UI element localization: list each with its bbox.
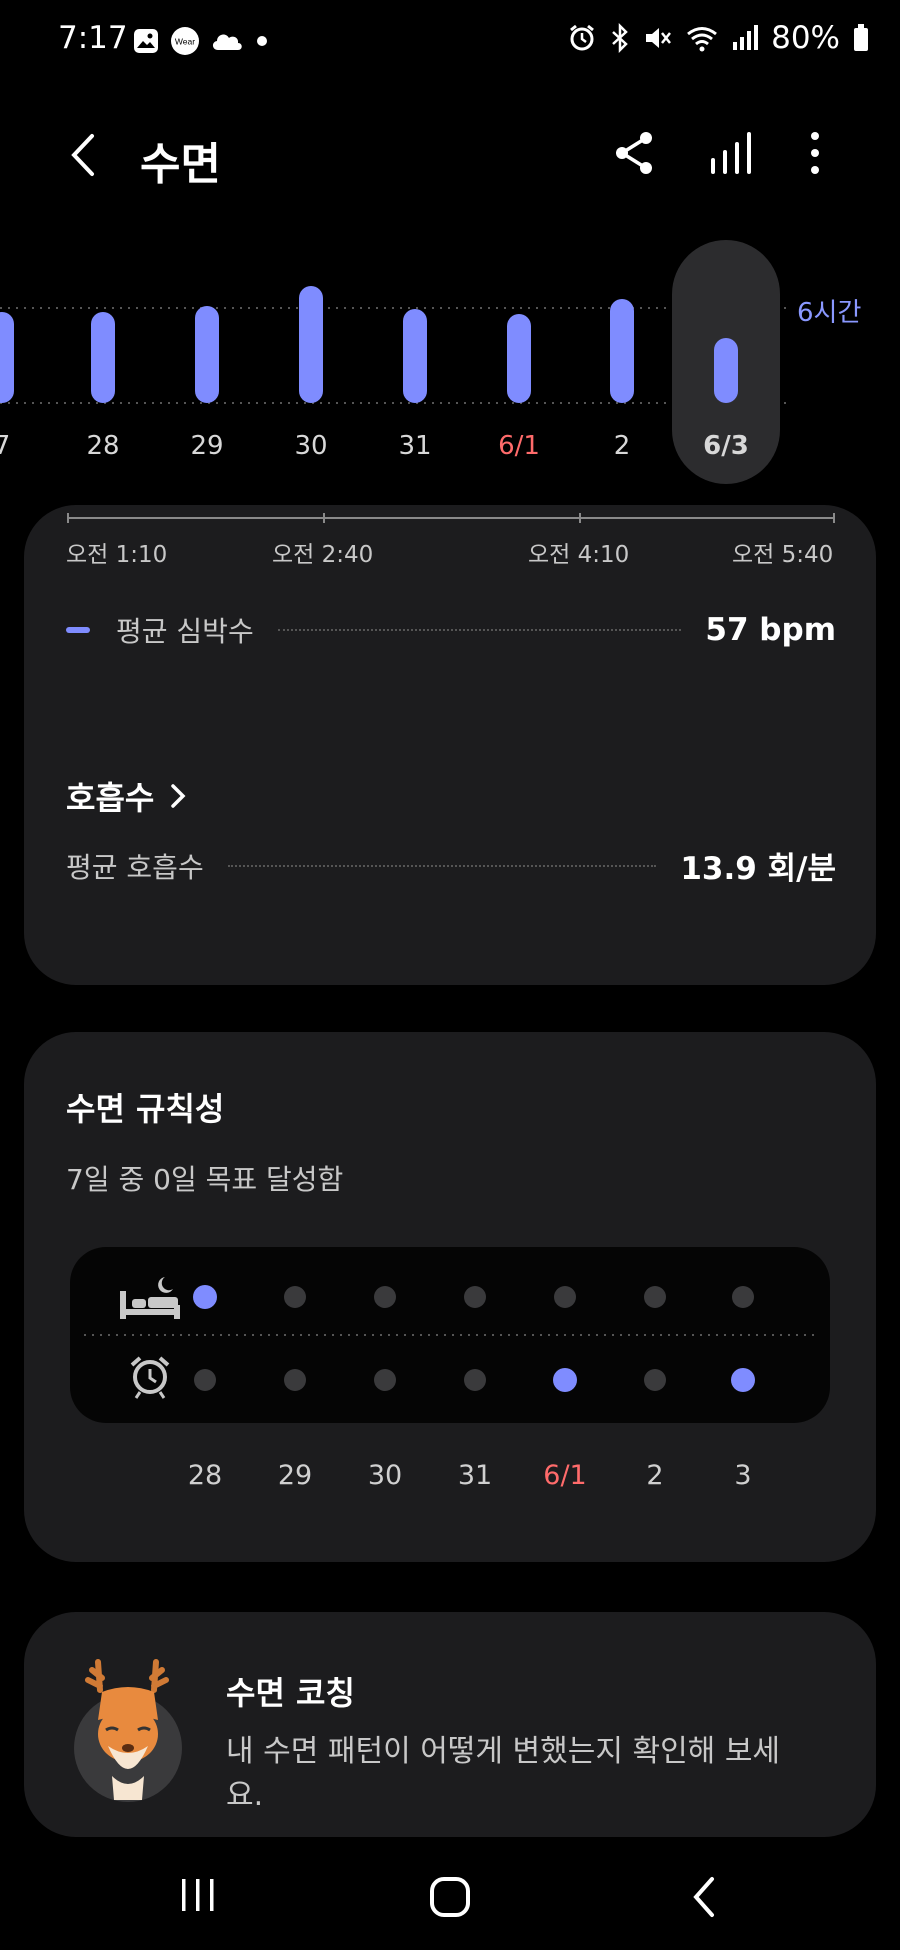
regularity-date-label: 29 [277,1460,313,1491]
respiration-title: 호흡수 [66,779,155,817]
regularity-date-label: 6/1 [543,1460,587,1491]
regularity-date-axis: 28 29 30 31 6/1 2 3 [24,1460,876,1500]
regularity-date-label: 2 [646,1460,664,1491]
regularity-date-label: 31 [457,1460,493,1491]
timeline-label: 오전 5:40 [732,542,834,568]
gallery-icon [134,29,158,53]
svg-text:Wear: Wear [175,37,195,47]
regularity-date-label: 30 [367,1460,403,1491]
bluetooth-icon [612,23,628,53]
dot-icon [257,36,267,46]
sleep-duration-bar[interactable] [507,314,531,403]
date-label: 30 [294,431,327,461]
nav-back-icon[interactable] [690,1875,720,1919]
bedtime-dot [193,1285,217,1309]
chevron-right-icon [171,784,186,808]
stats-icon[interactable] [705,128,755,178]
bedtime-dot [732,1286,754,1308]
avg-heart-rate-row: 평균 심박수 57 bpm [66,610,836,650]
sleep-duration-bar[interactable] [610,299,634,403]
battery-icon [854,24,868,51]
wake-time-dot [553,1368,577,1392]
bedtime-dot [464,1286,486,1308]
date-label: 6/3 [703,431,749,461]
wear-icon: Wear [171,27,199,55]
sleep-goal-label: 6시간 [797,298,862,328]
back-arrow-icon[interactable] [60,128,104,182]
recent-apps-icon[interactable] [178,1875,218,1915]
sleep-regularity-card[interactable]: 수면 규칙성 7일 중 0일 목표 달성함 28 29 30 31 6/1 2 3 [24,1032,876,1562]
status-left-icons: Wear [132,26,270,56]
more-options-icon[interactable] [800,128,830,178]
coaching-title: 수면 코칭 [226,1674,355,1712]
bedtime-dot [554,1286,576,1308]
share-icon[interactable] [610,128,660,178]
battery-percent: 80% [771,20,840,56]
alarm-icon [570,24,595,51]
sleep-duration-bar[interactable] [0,312,14,403]
wifi-icon [687,27,718,52]
regularity-subtitle: 7일 중 0일 목표 달성함 [66,1163,344,1196]
signal-icon [733,25,759,50]
sleep-duration-bar[interactable] [195,306,219,403]
timeline-label: 오전 2:40 [272,542,374,568]
regularity-date-label: 3 [734,1460,752,1491]
status-time: 7:17 [58,20,128,56]
regularity-date-label: 28 [187,1460,223,1491]
bed-icon [120,1277,180,1319]
daily-sleep-chart-svg: 7 28 29 30 31 6/1 2 6/3 [0,240,790,484]
date-label: 2 [614,431,631,461]
deer-mascot-icon [74,1659,182,1802]
wake-time-dot [644,1369,666,1391]
date-label: 29 [190,431,223,461]
sleep-duration-bar[interactable] [403,309,427,403]
date-label: 28 [86,431,119,461]
bedtime-dot [644,1286,666,1308]
avg-respiration-row: 평균 호흡수 13.9 회/분 [66,843,836,888]
heart-rate-legend-swatch [66,627,90,633]
mute-icon [646,28,672,48]
page-title: 수면 [140,139,221,190]
coaching-description: 내 수면 패턴이 어떻게 변했는지 확인해 보세요. [226,1734,781,1813]
avg-respiration-value: 13.9 회/분 [680,851,836,887]
heart-rate-card: 오전 1:10 오전 2:40 오전 4:10 오전 5:40 평균 심박수 5… [24,505,876,985]
dotted-leader [227,864,657,867]
regularity-dot-grid [84,1277,816,1399]
bedtime-dot [374,1286,396,1308]
wake-time-dot [194,1369,216,1391]
sleep-coaching-card[interactable]: 수면 코칭 내 수면 패턴이 어떻게 변했는지 확인해 보세요. [24,1612,876,1837]
sleep-duration-bar[interactable] [299,286,323,403]
wake-time-dot [464,1369,486,1391]
bedtime-dot [284,1286,306,1308]
wake-time-dot [374,1369,396,1391]
daily-sleep-chart[interactable]: 7 28 29 30 31 6/1 2 6/3 6시간 [0,230,900,490]
avg-respiration-label: 평균 호흡수 [66,850,204,884]
date-label: 6/1 [498,431,540,461]
regularity-dot-panel [70,1247,830,1423]
alarm-clock-icon [130,1356,170,1399]
home-icon[interactable] [428,1875,472,1919]
sleep-duration-bar[interactable] [714,338,738,403]
respiration-link[interactable]: 호흡수 [66,773,188,819]
timeline-axis [67,513,835,523]
avg-heart-rate-label: 평균 심박수 [116,615,254,648]
status-right-icons: 80% [567,20,870,56]
avg-heart-rate-value: 57 bpm [705,612,836,648]
sleep-duration-bar[interactable] [91,312,115,403]
timeline-label: 오전 1:10 [66,542,168,568]
dotted-leader [277,629,682,631]
timeline-label: 오전 4:10 [528,542,630,568]
wake-time-dot [731,1368,755,1392]
cloud-icon [212,34,242,50]
wake-time-dot [284,1369,306,1391]
app-header: 수면 [0,110,900,200]
date-label: 31 [398,431,431,461]
regularity-title: 수면 규칙성 [66,1090,225,1128]
system-nav-bar [0,1845,900,1950]
status-bar: 7:17 Wear 80% [0,0,900,80]
date-label: 7 [0,431,10,461]
